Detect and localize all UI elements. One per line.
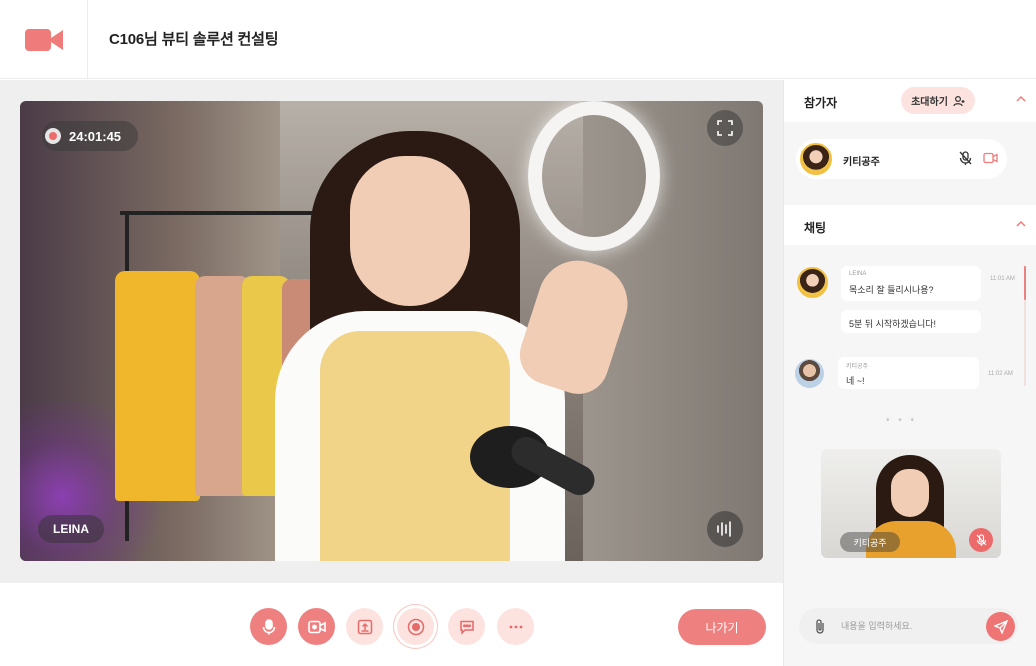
participant-face <box>891 469 929 517</box>
more-icon <box>509 625 522 628</box>
chevron-up-icon[interactable] <box>1016 95 1026 103</box>
chat-time: 11:01 AM <box>990 276 1015 282</box>
invite-button[interactable]: 초대하기 <box>901 87 975 114</box>
mic-muted-icon[interactable] <box>959 151 972 166</box>
logo[interactable] <box>0 0 88 79</box>
chat-button[interactable] <box>448 608 485 645</box>
mic-muted-icon <box>976 533 986 546</box>
chat-scrollbar-thumb[interactable] <box>1024 266 1026 300</box>
avatar <box>800 143 832 175</box>
avatar <box>795 359 824 388</box>
dress <box>115 271 200 501</box>
share-screen-button[interactable] <box>346 608 383 645</box>
camera-button[interactable] <box>298 608 335 645</box>
more-options-button[interactable] <box>497 608 534 645</box>
recording-time: 24:01:45 <box>69 128 122 144</box>
presenter-face <box>350 156 470 306</box>
control-toolbar <box>0 584 783 666</box>
share-screen-icon <box>357 619 372 634</box>
audio-level-button[interactable] <box>707 511 743 547</box>
record-icon <box>407 618 424 635</box>
recording-timer: 24:01:45 <box>42 121 138 151</box>
participant-name: 키티공주 <box>843 157 880 168</box>
audio-wave-icon <box>717 521 731 537</box>
ring-light <box>528 101 660 251</box>
chat-title: 채팅 <box>804 221 827 235</box>
video-camera-icon <box>24 28 63 51</box>
chat-message: 네 ~! <box>846 376 865 386</box>
main-video[interactable] <box>20 101 763 561</box>
chat-input[interactable] <box>841 617 971 635</box>
leave-button[interactable]: 나가기 <box>678 609 766 645</box>
app-header: C106님 뷰티 솔루션 컨설팅 <box>0 0 1036 79</box>
chat-sender: LEINA <box>849 271 867 277</box>
video-camera-icon <box>307 620 326 633</box>
clothes-rack <box>120 211 340 215</box>
chat-message: 5분 뒤 시작하겠습니다! <box>849 319 937 329</box>
loading-indicator: • • • <box>886 415 918 426</box>
avatar <box>797 267 828 298</box>
chat-sender: 키티공주 <box>846 364 869 370</box>
page-title: C106님 뷰티 솔루션 컨설팅 <box>109 31 279 48</box>
add-user-icon <box>953 95 965 106</box>
pip-name-tag: 키티공주 <box>840 532 900 552</box>
chat-message: 목소리 잘 들리시나용? <box>849 285 934 295</box>
send-icon <box>993 619 1008 634</box>
fullscreen-icon <box>717 120 733 136</box>
chat-icon <box>459 620 474 635</box>
recording-dot-icon <box>45 128 61 144</box>
send-button[interactable] <box>986 612 1015 641</box>
chat-time: 11:02 AM <box>988 371 1013 377</box>
speaker-name-tag: LEINA <box>38 515 104 543</box>
participants-title: 참가자 <box>804 96 838 110</box>
pip-mute-button[interactable] <box>969 528 993 552</box>
paperclip-icon[interactable] <box>814 618 826 635</box>
chat-header[interactable]: 채팅 <box>784 205 1036 247</box>
record-button[interactable] <box>397 608 434 645</box>
invite-label: 초대하기 <box>911 97 948 108</box>
fullscreen-button[interactable] <box>707 110 743 146</box>
microphone-icon <box>262 618 275 634</box>
microphone-button[interactable] <box>250 608 287 645</box>
participant-item[interactable] <box>796 139 1007 179</box>
chevron-up-icon[interactable] <box>1016 220 1026 228</box>
camera-icon[interactable] <box>983 152 998 164</box>
